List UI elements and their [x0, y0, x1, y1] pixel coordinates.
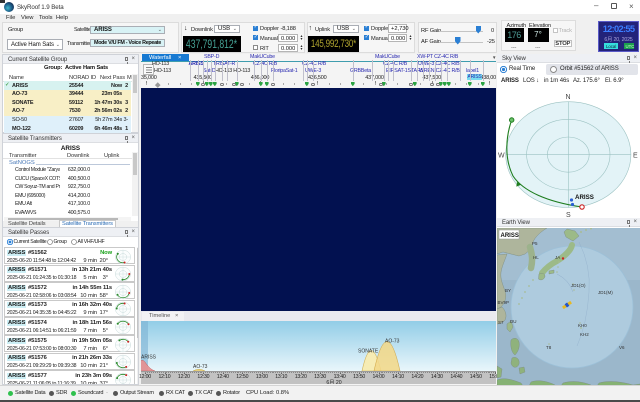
svg-text:SONATE: SONATE	[358, 348, 379, 354]
svg-text:T8: T8	[546, 345, 552, 350]
svg-text:AO-73: AO-73	[193, 364, 208, 370]
svg-text:BY: BY	[505, 288, 511, 293]
svg-text:AO-73: AO-73	[385, 338, 400, 344]
svg-text:JD1(M): JD1(M)	[598, 290, 613, 295]
svg-text:JD1(O): JD1(O)	[571, 283, 586, 288]
svg-text:S7: S7	[498, 320, 504, 325]
svg-text:E: E	[633, 153, 638, 160]
svg-text:DU: DU	[510, 319, 517, 324]
svg-text:ARISS: ARISS	[575, 194, 594, 201]
svg-text:KH2: KH2	[580, 332, 589, 337]
svg-text:ARISS: ARISS	[501, 233, 519, 239]
svg-text:P5: P5	[532, 241, 538, 246]
svg-text:JA: JA	[555, 255, 560, 260]
svg-text:HL: HL	[533, 255, 539, 260]
svg-text:V6: V6	[619, 345, 625, 350]
svg-text:BV9P: BV9P	[498, 300, 510, 305]
svg-text:N: N	[566, 94, 571, 101]
svg-text:W: W	[498, 153, 505, 160]
svg-text:KH0: KH0	[578, 323, 587, 328]
svg-text:ARISS: ARISS	[141, 354, 157, 360]
